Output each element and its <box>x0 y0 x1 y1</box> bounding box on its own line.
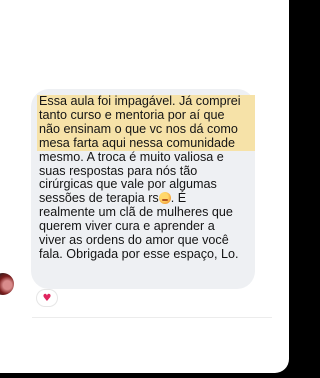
message-bubble[interactable]: Essa aula foi impagável. Já comprei tant… <box>31 89 255 289</box>
message-line: realmente um clã de mulheres que <box>39 205 233 220</box>
highlighted-line: Essa aula foi impagável. Já comprei <box>37 94 255 109</box>
heart-icon: ♥ <box>42 292 52 304</box>
screenshot-frame: Essa aula foi impagável. Já comprei tant… <box>0 0 295 378</box>
sender-avatar[interactable] <box>0 273 14 295</box>
chat-panel: Essa aula foi impagável. Já comprei tant… <box>0 0 289 373</box>
message-line: suas respostas para nós tão <box>39 163 198 178</box>
message-line-part: . É <box>170 191 187 206</box>
highlighted-line: tanto curso e mentoria por aí que <box>37 108 255 123</box>
message-line: mesmo. A troca é muito valiosa e <box>39 149 224 164</box>
message-line: viver as ordens do amor que você <box>39 233 229 248</box>
message-line-part: sessões de terapia rs <box>39 191 159 206</box>
message-line: querem viver cura e aprender a <box>39 219 215 234</box>
message-line-with-emoji: sessões de terapia rs . É <box>39 191 249 206</box>
message-line: fala. Obrigada por esse espaço, Lo. <box>39 246 239 261</box>
divider <box>32 317 272 318</box>
heart-reaction-badge[interactable]: ♥ <box>37 290 57 306</box>
highlighted-line: mesa farta aqui nessa comunidade <box>37 136 255 151</box>
highlighted-line: não ensinam o que vc nos dá como <box>37 122 255 137</box>
exploding-head-emoji-icon <box>158 192 171 205</box>
